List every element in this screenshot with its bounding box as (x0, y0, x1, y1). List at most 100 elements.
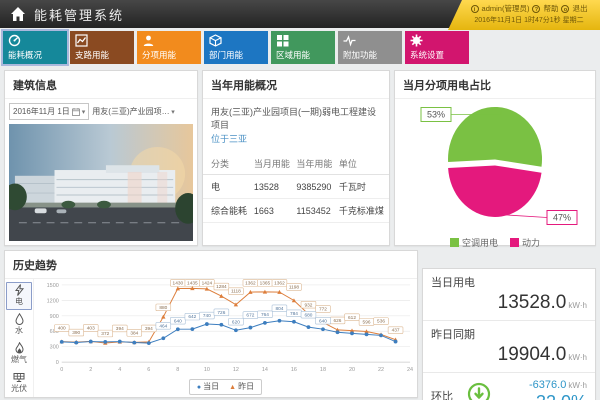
svg-text:740: 740 (202, 313, 210, 319)
table-header-row: 分类当月用能当年用能单位 (203, 153, 389, 175)
down-arrow-icon (467, 382, 491, 400)
line-chart: 0300600900120015000246810121416182022244… (36, 279, 416, 378)
building-panel: 建筑信息 2016年11月 1日 ▾ 用友(三亚)产业园项目(一期)弱电工程建设… (4, 70, 198, 246)
table-cell: 千克标准煤 (337, 199, 389, 223)
history-panel: 历史趋势 电水燃气光伏 0300600900120015000246810121… (4, 250, 418, 398)
power-icon: o (561, 5, 569, 13)
svg-text:1284: 1284 (216, 284, 227, 290)
svg-text:394: 394 (144, 326, 152, 332)
legend-swatch (510, 238, 519, 247)
svg-text:726: 726 (217, 310, 225, 316)
stat-unit: kW·h (568, 301, 587, 310)
table-cell: 1663 (252, 199, 295, 223)
legend-marker: ● (197, 384, 201, 391)
energy-type-label: 电 (15, 297, 23, 306)
svg-text:8: 8 (176, 367, 179, 373)
svg-text:1362: 1362 (245, 280, 256, 286)
tab-branch[interactable]: 支路用能 (70, 31, 134, 64)
svg-text:18: 18 (319, 367, 325, 373)
table-cell: 13528 (252, 175, 295, 199)
table-header: 当年用能 (294, 153, 337, 175)
tab-subitem[interactable]: 分项用能 (137, 31, 201, 64)
svg-text:22: 22 (378, 367, 384, 373)
series-legend-item[interactable]: ▲昨日 (229, 380, 254, 394)
date-picker[interactable]: 2016年11月 1日 ▾ (9, 103, 89, 120)
series-legend-item[interactable]: ●当日 (197, 380, 219, 394)
svg-text:536: 536 (377, 319, 385, 325)
ratio-delta: -6376.0 (529, 379, 566, 391)
table-cell: 千瓦时 (337, 175, 389, 199)
building-panel-title: 建筑信息 (5, 71, 197, 99)
svg-text:0: 0 (60, 367, 63, 373)
tab-label: 能耗概况 (8, 49, 62, 61)
stat-value: 13528.0 (498, 292, 567, 313)
tab-label: 支路用能 (75, 49, 129, 61)
stat-row-ratio: 环比 -6376.0kW·h -32.0% (423, 373, 595, 400)
svg-text:6: 6 (147, 367, 150, 373)
chart-legend: ●当日 ▲昨日 (189, 379, 262, 395)
energy-type-water[interactable]: 水 (6, 311, 32, 339)
energy-type-label: 光伏 (11, 384, 27, 393)
gear-icon (410, 34, 464, 48)
logout-link[interactable]: 退出 (572, 3, 587, 14)
user-icon: i (471, 5, 479, 13)
stat-unit: kW·h (568, 353, 587, 362)
stat-value: 19904.0 (498, 344, 567, 365)
pie-legend-item[interactable]: 动力 (510, 236, 540, 249)
svg-text:10: 10 (203, 367, 209, 373)
svg-text:1365: 1365 (259, 280, 270, 286)
app-title: 能耗管理系统 (34, 5, 124, 24)
tab-label: 分项用能 (142, 49, 196, 61)
svg-text:372: 372 (101, 331, 109, 337)
svg-text:2: 2 (89, 367, 92, 373)
tab-overview[interactable]: 能耗概况 (3, 31, 67, 64)
gauge-icon (8, 34, 62, 48)
ratio-delta-unit: kW·h (568, 381, 587, 390)
svg-text:626: 626 (333, 318, 341, 324)
svg-text:1435: 1435 (187, 280, 198, 286)
app-window: 能耗管理系统 i admin(管理员) ? 帮助 o 退出 2016年11月1日… (0, 0, 600, 400)
tab-settings[interactable]: 系统设置 (405, 31, 469, 64)
tab-label: 部门用能 (209, 49, 263, 61)
table-header: 单位 (337, 153, 389, 175)
topbar: 能耗管理系统 i admin(管理员) ? 帮助 o 退出 2016年11月1日… (0, 0, 600, 28)
tab-label: 区域用能 (276, 49, 330, 61)
project-select-value: 用友(三亚)产业园项目(一期)弱电工程建设项目 (92, 106, 170, 117)
water-drop-icon (7, 313, 31, 325)
svg-text:4: 4 (118, 367, 121, 373)
table-header: 分类 (203, 153, 252, 175)
table-header: 当月用能 (252, 153, 295, 175)
svg-text:53%: 53% (427, 110, 445, 120)
tab-extra[interactable]: 附加功能 (338, 31, 402, 64)
svg-text:1430: 1430 (172, 280, 183, 286)
svg-text:900: 900 (49, 314, 58, 320)
username: admin(管理员) (482, 3, 530, 14)
location-link[interactable]: 位于三亚 (203, 132, 389, 149)
svg-text:1500: 1500 (46, 283, 58, 289)
nav-tabs: 能耗概况 支路用能 分项用能 部门用能 区域用能 附加功能 系统设置 (0, 28, 600, 68)
svg-text:880: 880 (159, 305, 167, 311)
tab-label: 系统设置 (410, 49, 464, 61)
energy-type-gas[interactable]: 燃气 (6, 340, 32, 368)
tab-region[interactable]: 区域用能 (271, 31, 335, 64)
svg-text:932: 932 (304, 302, 312, 308)
tab-department[interactable]: 部门用能 (204, 31, 268, 64)
project-select[interactable]: 用友(三亚)产业园项目(一期)弱电工程建设项目 ▾ (92, 106, 193, 117)
flame-icon (7, 342, 31, 354)
energy-type-electric[interactable]: 电 (6, 282, 32, 310)
table-cell: 电 (203, 175, 252, 199)
pie-legend: 空调用电动力 (395, 236, 595, 255)
energy-type-solar[interactable]: 光伏 (6, 369, 32, 397)
home-icon[interactable] (10, 6, 26, 22)
help-link[interactable]: 帮助 (543, 3, 558, 14)
pie-panel-title: 当月分项用电占比 (395, 71, 595, 99)
tab-label: 附加功能 (343, 49, 397, 61)
svg-text:14: 14 (261, 367, 267, 373)
svg-text:804: 804 (275, 306, 283, 312)
pie-legend-item[interactable]: 空调用电 (450, 236, 498, 249)
svg-text:764: 764 (260, 312, 268, 318)
building-image (9, 124, 193, 241)
svg-text:640: 640 (173, 318, 181, 324)
user-icon (142, 34, 196, 48)
ratio-label: 环比 (431, 388, 453, 400)
